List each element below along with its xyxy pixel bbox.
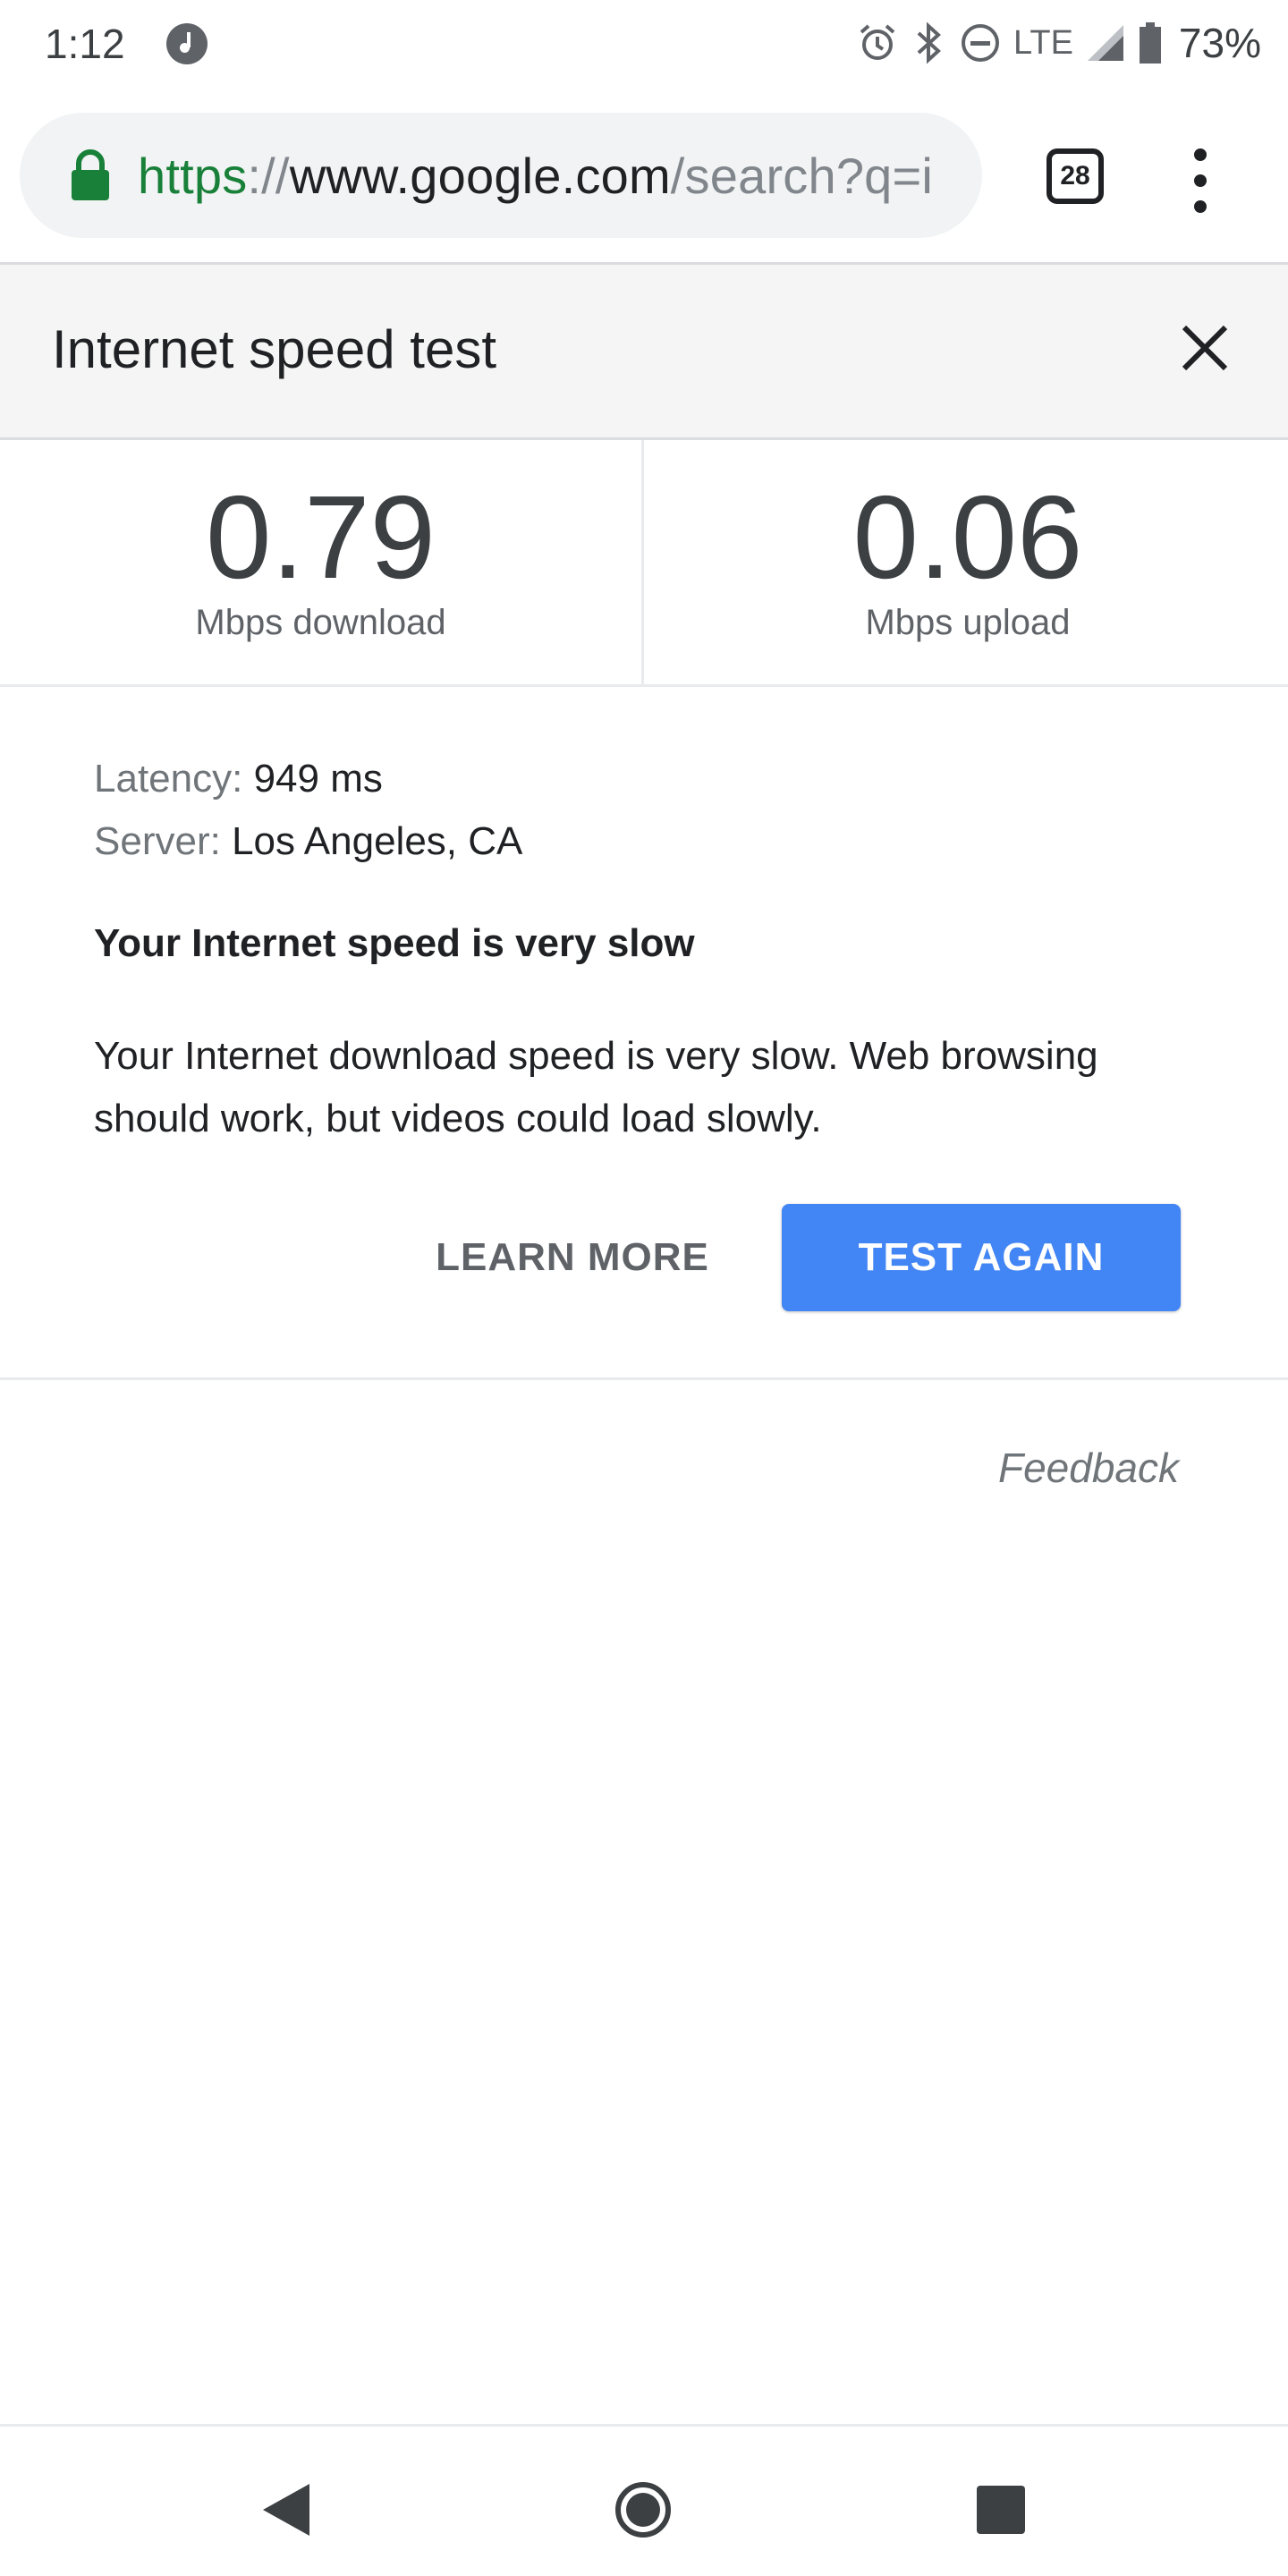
learn-more-button[interactable]: LEARN MORE: [420, 1204, 724, 1311]
signal-icon: [1087, 25, 1123, 61]
battery-percent: 73%: [1178, 20, 1261, 66]
navigation-bar: [0, 2424, 1288, 2576]
music-note-icon: [166, 23, 208, 64]
alarm-icon: [860, 24, 895, 60]
menu-dot: [1194, 148, 1207, 161]
latency-row: Latency: 949 ms: [94, 748, 1203, 810]
status-bar: 1:12 LTE 73%: [0, 0, 1288, 89]
latency-key: Latency:: [94, 757, 243, 801]
recent-apps-icon[interactable]: [977, 2486, 1025, 2534]
url-scheme: https: [138, 147, 248, 204]
tab-count: 28: [1060, 161, 1090, 191]
url-text: https://www.google.com/search?q=i: [138, 147, 933, 205]
download-label: Mbps download: [195, 603, 446, 642]
panel-title: Internet speed test: [52, 319, 496, 379]
url-host: www.google.com: [289, 147, 671, 204]
overflow-menu-icon[interactable]: [1182, 145, 1218, 216]
upload-value: 0.06: [852, 471, 1083, 603]
upload-label: Mbps upload: [865, 603, 1071, 642]
server-key: Server:: [94, 819, 221, 863]
status-icons: LTE 73%: [856, 16, 1261, 70]
speed-test-header: Internet speed test: [0, 265, 1288, 440]
battery-icon: [1139, 22, 1161, 64]
back-icon[interactable]: [261, 2482, 311, 2538]
address-bar[interactable]: https://www.google.com/search?q=i: [20, 113, 982, 238]
url-path: /search?q=i: [670, 147, 934, 204]
speed-results: 0.79 Mbps download 0.06 Mbps upload: [0, 440, 1288, 687]
speed-verdict: Your Internet speed is very slow: [94, 921, 695, 965]
bluetooth-icon: [917, 21, 942, 64]
latency-value: 949 ms: [253, 757, 383, 801]
browser-toolbar: https://www.google.com/search?q=i 28: [0, 89, 1288, 265]
server-row: Server: Los Angeles, CA: [94, 810, 1203, 873]
close-icon[interactable]: [1177, 320, 1233, 376]
download-result: 0.79 Mbps download: [0, 440, 644, 687]
menu-dot: [1194, 200, 1207, 213]
status-time: 1:12: [45, 21, 125, 67]
server-value: Los Angeles, CA: [232, 819, 523, 863]
home-icon[interactable]: [615, 2482, 671, 2538]
menu-dot: [1194, 174, 1207, 187]
feedback-link[interactable]: Feedback: [998, 1444, 1179, 1492]
tab-switcher-button[interactable]: 28: [1046, 148, 1104, 204]
do-not-disturb-icon: [962, 24, 1000, 62]
download-value: 0.79: [206, 471, 436, 603]
speed-description: Your Internet download speed is very slo…: [94, 1034, 1098, 1140]
upload-result: 0.06 Mbps upload: [646, 440, 1288, 687]
lock-icon: [72, 149, 109, 200]
network-type: LTE: [1013, 23, 1073, 62]
url-separator: ://: [247, 147, 290, 204]
divider: [0, 1377, 1288, 1380]
test-details: Latency: 949 ms Server: Los Angeles, CA: [94, 748, 1203, 873]
test-again-button[interactable]: TEST AGAIN: [782, 1204, 1181, 1311]
